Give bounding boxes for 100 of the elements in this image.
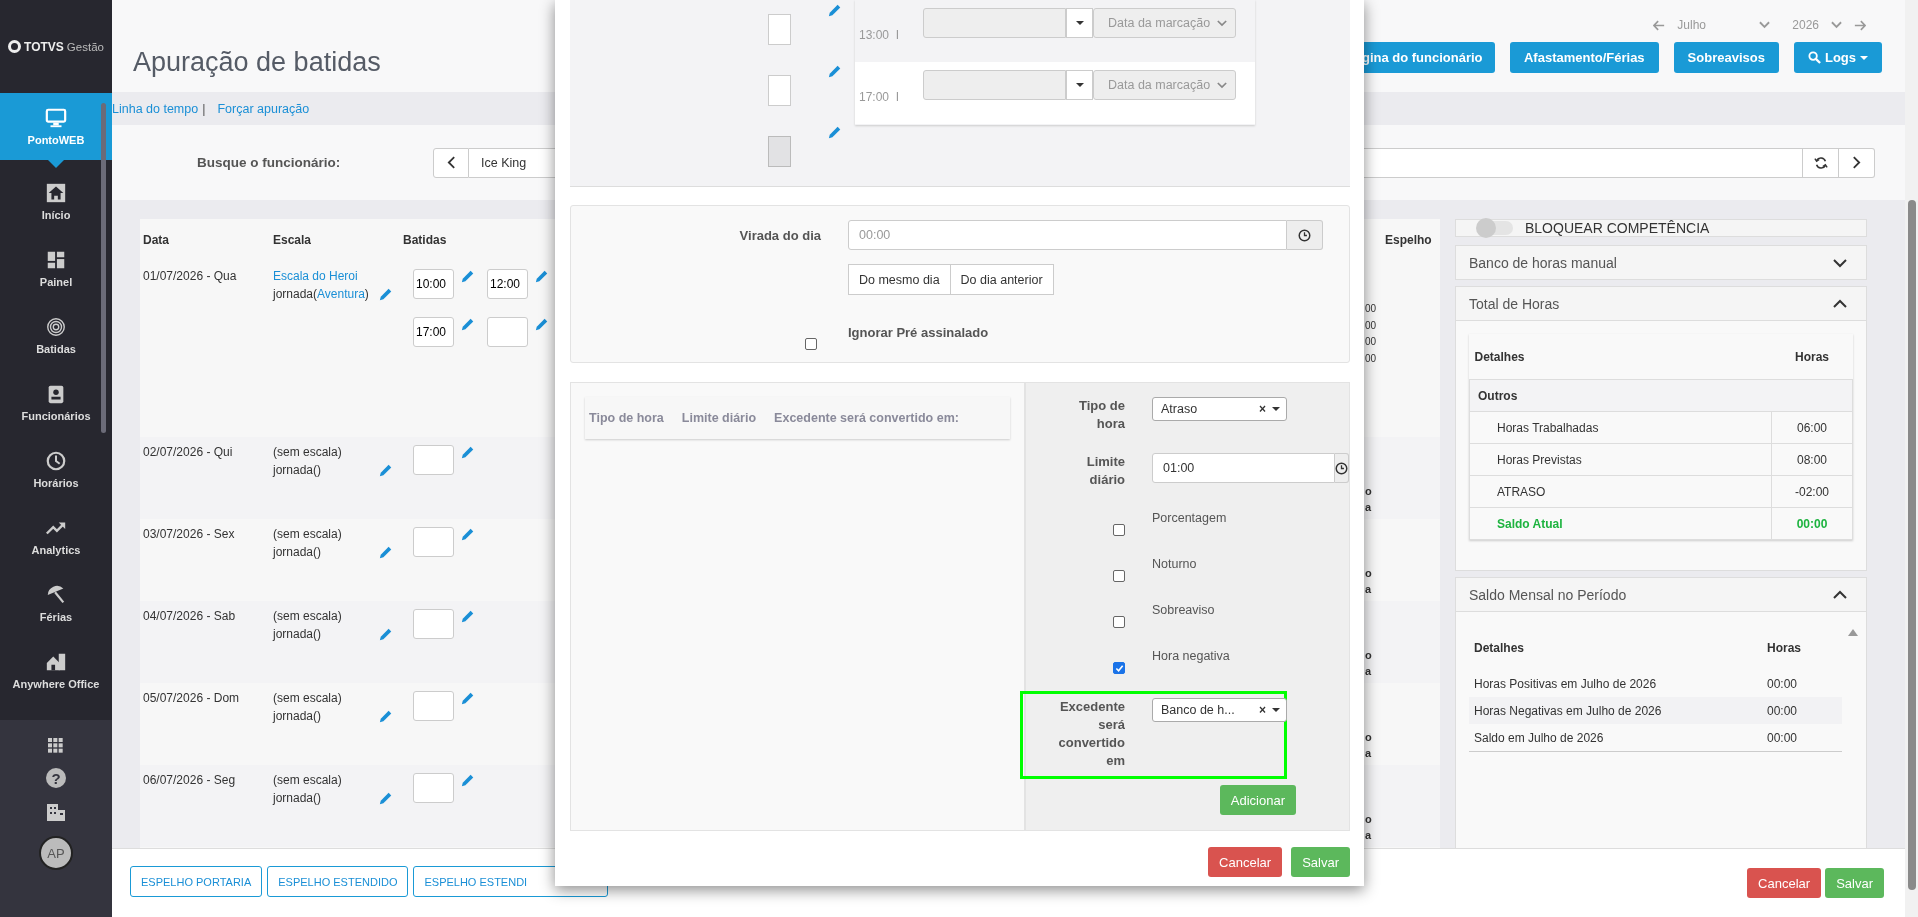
date-cell-text: 05/07/2026 - Dom bbox=[143, 691, 241, 707]
dropdown-button[interactable] bbox=[1066, 8, 1093, 38]
month-select[interactable]: Julho bbox=[1677, 18, 1748, 32]
time-field[interactable] bbox=[487, 317, 528, 347]
pencil-icon[interactable] bbox=[461, 269, 475, 283]
pencil-icon[interactable] bbox=[461, 691, 475, 705]
time-field[interactable] bbox=[413, 773, 454, 803]
time-field[interactable] bbox=[413, 609, 454, 639]
clock-button[interactable] bbox=[1287, 220, 1323, 250]
building-icon[interactable] bbox=[46, 802, 66, 822]
save-button[interactable]: Salvar bbox=[1825, 868, 1884, 898]
caret-icon bbox=[1272, 407, 1280, 411]
option-button[interactable]: Do mesmo dia bbox=[848, 264, 951, 295]
column-header: Escala bbox=[273, 233, 313, 247]
refresh-icon bbox=[1813, 155, 1828, 170]
column-header: Tipo de hora bbox=[589, 411, 664, 425]
checkbox[interactable] bbox=[1113, 570, 1125, 582]
sidebar-item[interactable]: Anywhere Office bbox=[0, 637, 112, 704]
column-header: Excedente será convertido em: bbox=[774, 411, 959, 425]
pencil-icon[interactable] bbox=[535, 317, 549, 331]
checkbox[interactable] bbox=[1113, 524, 1125, 536]
checkbox[interactable] bbox=[1113, 662, 1125, 674]
arrow-left-icon[interactable] bbox=[1653, 19, 1666, 31]
sidebar-item[interactable]: Funcionários bbox=[0, 369, 112, 436]
avatar[interactable]: AP bbox=[39, 836, 73, 870]
header-button[interactable]: Afastamento/Férias bbox=[1509, 42, 1659, 73]
pencil-icon[interactable] bbox=[461, 527, 475, 541]
scrollbar[interactable] bbox=[1905, 0, 1918, 917]
pencil-icon[interactable] bbox=[379, 287, 393, 301]
sidebar-item[interactable]: Horários bbox=[0, 436, 112, 503]
pencil-icon[interactable] bbox=[379, 627, 393, 641]
conversion-select[interactable]: Banco de h... × bbox=[1152, 698, 1287, 722]
force-link[interactable]: Forçar apuração bbox=[217, 101, 310, 116]
sidebar-item[interactable]: Férias bbox=[0, 570, 112, 637]
option-button[interactable]: Do dia anterior bbox=[950, 264, 1054, 295]
pencil-icon[interactable] bbox=[461, 773, 475, 787]
report-button[interactable]: ESPELHO ESTENDIDO bbox=[267, 866, 409, 897]
scale-text: (sem escala) bbox=[273, 445, 342, 459]
table-cell: Saldo Atual bbox=[1469, 507, 1772, 540]
check-icon bbox=[1114, 663, 1124, 673]
refresh-button[interactable] bbox=[1803, 147, 1839, 178]
pencil-icon[interactable] bbox=[535, 269, 549, 283]
cell-fragment: a bbox=[1365, 664, 1372, 679]
time-field[interactable] bbox=[413, 527, 454, 557]
table-cell: 08:00 bbox=[1771, 443, 1853, 476]
report-button[interactable]: ESPELHO PORTARIA bbox=[130, 866, 263, 897]
grid-icon[interactable] bbox=[48, 738, 64, 754]
pencil-icon[interactable] bbox=[379, 545, 393, 559]
logs-button[interactable]: Logs bbox=[1793, 42, 1882, 73]
previous-button[interactable] bbox=[433, 147, 469, 178]
panel-header[interactable]: Saldo Mensal no Período bbox=[1456, 578, 1866, 611]
clock-button[interactable] bbox=[1335, 453, 1349, 483]
timeline-link[interactable]: Linha do tempo bbox=[112, 101, 199, 116]
pencil-icon[interactable] bbox=[828, 64, 842, 78]
checkbox[interactable] bbox=[1113, 616, 1125, 628]
date-cell-text: 06/07/2026 - Seg bbox=[143, 773, 237, 789]
toggle-switch[interactable] bbox=[1478, 221, 1513, 235]
dropdown-button[interactable] bbox=[1066, 70, 1093, 100]
time-field[interactable] bbox=[413, 445, 454, 475]
pencil-icon[interactable] bbox=[379, 463, 393, 477]
year-select[interactable]: 2026 bbox=[1792, 18, 1819, 32]
mark-field[interactable] bbox=[768, 14, 791, 45]
limit-field[interactable]: 01:00 bbox=[1152, 453, 1335, 483]
scrollbar[interactable] bbox=[101, 103, 106, 433]
monitor-icon bbox=[45, 107, 67, 129]
save-button[interactable]: Salvar bbox=[1291, 847, 1350, 877]
time-field[interactable]: 17:00 bbox=[413, 317, 454, 347]
time-field[interactable]: 10:00 bbox=[413, 269, 454, 299]
time-input[interactable]: 00:00 bbox=[848, 220, 1287, 250]
scroll-up-icon[interactable] bbox=[1848, 629, 1858, 636]
arrow-right-icon[interactable] bbox=[1854, 19, 1866, 31]
panel-header[interactable]: Banco de horas manual bbox=[1456, 246, 1866, 279]
table-cell: 00:00 bbox=[1762, 697, 1842, 724]
table-cell: -02:00 bbox=[1771, 475, 1853, 508]
journey-link[interactable]: Aventura bbox=[317, 287, 365, 301]
pencil-icon[interactable] bbox=[379, 709, 393, 723]
sidebar-item[interactable]: Início bbox=[0, 168, 112, 235]
journey-text: jornada(Aventura) bbox=[273, 287, 369, 301]
pencil-icon[interactable] bbox=[461, 609, 475, 623]
panel-header[interactable]: Total de Horas bbox=[1456, 287, 1866, 320]
sidebar-item[interactable]: Analytics bbox=[0, 503, 112, 570]
pencil-icon[interactable] bbox=[461, 317, 475, 331]
cancel-button[interactable]: Cancelar bbox=[1747, 868, 1822, 898]
column-header: Limite diário bbox=[681, 411, 757, 425]
time-field[interactable] bbox=[413, 691, 454, 721]
cancel-button[interactable]: Cancelar bbox=[1208, 847, 1283, 877]
sidebar-item[interactable]: Batidas bbox=[0, 302, 112, 369]
pencil-icon[interactable] bbox=[828, 3, 842, 17]
checkbox[interactable] bbox=[805, 338, 817, 350]
hour-type-select[interactable]: Atraso × bbox=[1152, 397, 1287, 421]
cell-fragment: a bbox=[1365, 500, 1372, 515]
add-button[interactable]: Adicionar bbox=[1219, 785, 1296, 815]
help-icon[interactable]: ? bbox=[46, 768, 66, 788]
scale-link[interactable]: Escala do Heroi bbox=[273, 269, 358, 283]
mark-field[interactable] bbox=[768, 75, 791, 106]
pencil-icon[interactable] bbox=[379, 791, 393, 805]
pencil-icon[interactable] bbox=[461, 445, 475, 459]
header-button[interactable]: Sobreavisos bbox=[1673, 42, 1779, 73]
time-field[interactable]: 12:00 bbox=[487, 269, 528, 299]
sidebar-item[interactable]: Painel bbox=[0, 235, 112, 302]
